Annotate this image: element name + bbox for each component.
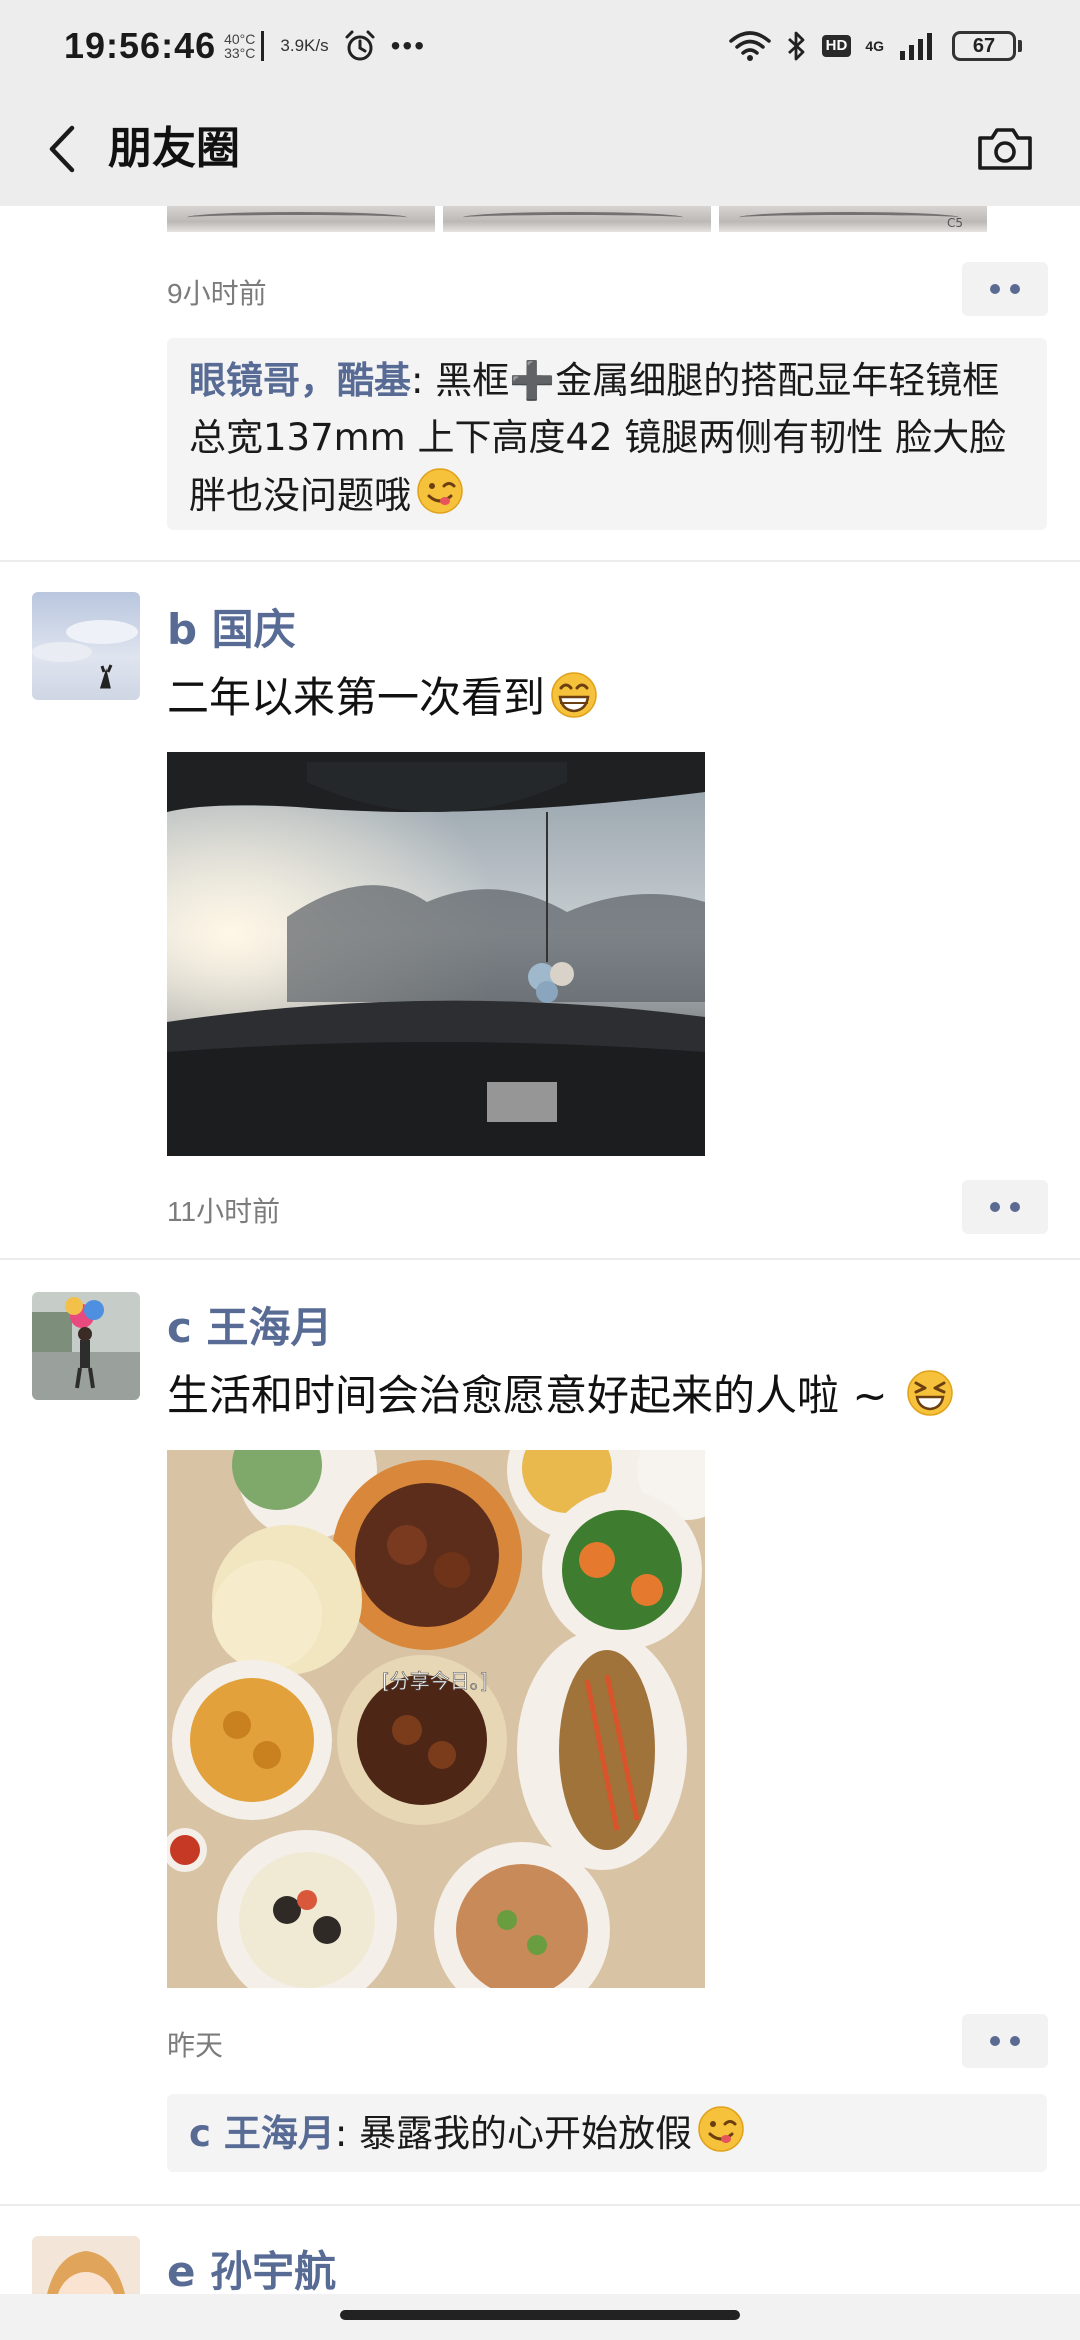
comment-section: 眼镜哥，酷基: 黑框➕金属细腿的搭配显年轻镜框总宽137mm 上下高度42 镜腿… (167, 338, 1047, 530)
network-speed: 3.9K/s (280, 36, 329, 55)
post-photo-thumbnail[interactable] (443, 206, 711, 232)
signal-icon (898, 31, 938, 61)
post-divider (0, 1258, 1080, 1260)
battery-icon: 67 (952, 31, 1022, 61)
post-timestamp: 昨天 (167, 2030, 224, 2061)
hd-badge: HD (821, 35, 852, 57)
more-dot (990, 284, 1000, 294)
post-author[interactable]: b 国庆 (167, 600, 296, 660)
comment-text: : 暴露我的心开始放假 (334, 2112, 693, 2155)
avatar[interactable] (32, 1292, 140, 1400)
more-notifications-icon: ••• (390, 30, 427, 61)
post-photo-thumbnail[interactable] (167, 206, 435, 232)
more-dot (990, 2036, 1000, 2046)
temperature-high: 40°C (224, 31, 256, 47)
avatar[interactable] (32, 592, 140, 700)
wink-tongue-emoji-icon (417, 468, 463, 514)
post-more-button[interactable] (962, 1180, 1048, 1234)
status-bar: 19:56:46 40°C 33°C 3.9K/s ••• HD 4G 67 (0, 0, 1080, 92)
more-dot (990, 1202, 1000, 1212)
page-title: 朋友圈 (108, 123, 240, 174)
alarm-icon (343, 29, 377, 63)
post-divider (0, 560, 1080, 562)
post-more-button[interactable] (962, 262, 1048, 316)
photo-caption: [分享今日。] (382, 1669, 488, 1693)
network-type-label: 4G (865, 37, 884, 54)
wifi-icon (728, 29, 772, 63)
nav-bar: 朋友圈 (0, 92, 1080, 206)
temperature-low: 33°C (224, 45, 256, 61)
post-timestamp: 9小时前 (167, 278, 267, 309)
photo-label: C5 (946, 216, 963, 230)
post-author[interactable]: c 王海月 (167, 1298, 333, 1358)
temperature-readout: 40°C 33°C (224, 32, 255, 60)
post-timestamp: 11小时前 (167, 1196, 281, 1227)
comment-section: c 王海月: 暴露我的心开始放假 (167, 2094, 1047, 2172)
post-text-content: 生活和时间会治愈愿意好起来的人啦 ~ (167, 1371, 901, 1420)
comment-author[interactable]: c 王海月 (189, 2112, 335, 2155)
post-photo-thumbnail[interactable]: C5 (719, 206, 987, 232)
chevron-left-icon (49, 125, 75, 173)
home-indicator[interactable] (340, 2310, 740, 2320)
more-dot (1010, 2036, 1020, 2046)
comment-author[interactable]: 眼镜哥，酷基 (189, 359, 411, 402)
post-text-content: 二年以来第一次看到 (167, 673, 546, 722)
battery-tip (1018, 40, 1022, 52)
post-text: 二年以来第一次看到 (167, 668, 599, 728)
post-photo[interactable]: [分享今日。] (167, 1450, 705, 1988)
battery-level: 67 (952, 31, 1016, 61)
status-time: 19:56:46 (64, 25, 217, 66)
camera-icon (978, 128, 1032, 170)
network-type: 4G (865, 37, 884, 54)
squint-grin-emoji-icon (907, 1370, 953, 1416)
post-divider (0, 2204, 1080, 2206)
grin-emoji-icon (551, 672, 597, 718)
moments-feed[interactable]: C5 9小时前 眼镜哥，酷基: 黑框➕金属细腿的搭配显年轻镜框总宽137mm 上… (0, 206, 1080, 2340)
status-indicators: HD 4G 67 (728, 29, 1022, 63)
back-button[interactable] (34, 120, 90, 178)
bluetooth-icon (786, 29, 808, 63)
more-dot (1010, 284, 1020, 294)
post-more-button[interactable] (962, 2014, 1048, 2068)
status-separator (261, 31, 265, 61)
post-text: 生活和时间会治愈愿意好起来的人啦 ~ (167, 1366, 955, 1426)
more-dot (1010, 1202, 1020, 1212)
post-photo[interactable] (167, 752, 705, 1156)
wink-tongue-emoji-icon (698, 2106, 744, 2152)
post-author[interactable]: e 孙宇航 (167, 2242, 336, 2302)
post-photo-strip[interactable]: C5 (167, 206, 987, 232)
camera-button[interactable] (970, 116, 1040, 180)
